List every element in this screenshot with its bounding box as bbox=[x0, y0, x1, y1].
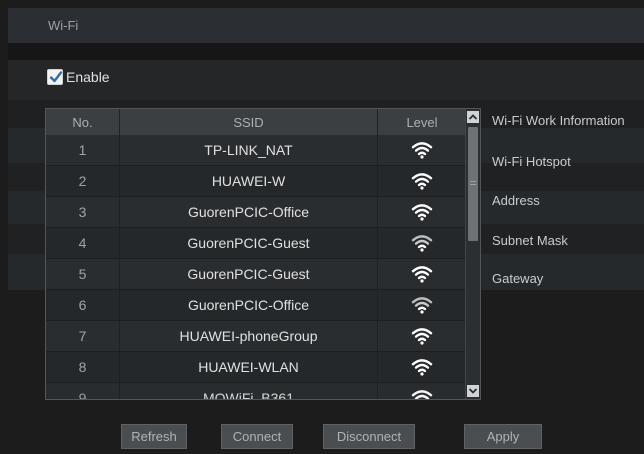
connect-button[interactable]: Connect bbox=[221, 424, 293, 449]
scrollbar-thumb[interactable] bbox=[468, 127, 478, 241]
signal-level bbox=[378, 383, 466, 399]
signal-level bbox=[378, 166, 466, 196]
table-header: No. SSID Level bbox=[46, 109, 466, 135]
table-row[interactable]: 6 GuorenPCIC-Office bbox=[46, 290, 466, 321]
wifi-icon bbox=[411, 389, 433, 399]
wifi-icon bbox=[411, 172, 433, 190]
table-row[interactable]: 3 GuorenPCIC-Office bbox=[46, 197, 466, 228]
checkbox-box[interactable] bbox=[47, 69, 63, 85]
wifi-icon bbox=[411, 203, 433, 221]
address-label: Address bbox=[492, 193, 540, 208]
wifi-icon bbox=[411, 358, 433, 376]
signal-level bbox=[378, 352, 466, 382]
table-row[interactable]: 5 GuorenPCIC-Guest bbox=[46, 259, 466, 290]
wifi-icon bbox=[411, 265, 433, 283]
table-row[interactable]: 4 GuorenPCIC-Guest bbox=[46, 228, 466, 259]
apply-button[interactable]: Apply bbox=[464, 424, 542, 449]
scrollbar-grip bbox=[470, 181, 476, 182]
window-title: Wi-Fi bbox=[48, 18, 79, 33]
window-title-bar: Wi-Fi bbox=[8, 8, 644, 43]
wifi-network-table: No. SSID Level 1 TP-LINK_NAT 2 HUAWEI-W 3 Guo… bbox=[45, 108, 481, 400]
row-number: 9 bbox=[46, 383, 120, 399]
row-number: 5 bbox=[46, 259, 120, 289]
column-header-no[interactable]: No. bbox=[46, 109, 120, 135]
scroll-down-button[interactable] bbox=[467, 385, 479, 397]
row-number: 1 bbox=[46, 135, 120, 165]
row-number: 6 bbox=[46, 290, 120, 320]
wifi-icon bbox=[411, 234, 433, 252]
signal-level bbox=[378, 321, 466, 351]
row-ssid: TP-LINK_NAT bbox=[120, 135, 378, 165]
column-header-level[interactable]: Level bbox=[378, 109, 466, 135]
background-band bbox=[8, 43, 644, 60]
enable-checkbox[interactable]: Enable bbox=[47, 69, 110, 85]
table-body: 1 TP-LINK_NAT 2 HUAWEI-W 3 GuorenPCIC-Office 4… bbox=[46, 135, 466, 399]
enable-label: Enable bbox=[66, 69, 110, 85]
row-ssid: GuorenPCIC-Guest bbox=[120, 259, 378, 289]
table-scrollbar[interactable] bbox=[465, 109, 480, 399]
row-ssid: GuorenPCIC-Guest bbox=[120, 228, 378, 258]
table-row[interactable]: 7 HUAWEI-phoneGroup bbox=[46, 321, 466, 352]
table-row[interactable]: 9 MOWiFi_B361 bbox=[46, 383, 466, 399]
table-row[interactable]: 8 HUAWEI-WLAN bbox=[46, 352, 466, 383]
wifi-icon bbox=[411, 327, 433, 345]
row-ssid: HUAWEI-phoneGroup bbox=[120, 321, 378, 351]
row-ssid: GuorenPCIC-Office bbox=[120, 197, 378, 227]
row-number: 2 bbox=[46, 166, 120, 196]
table-row[interactable]: 2 HUAWEI-W bbox=[46, 166, 466, 197]
row-number: 7 bbox=[46, 321, 120, 351]
wifi-icon bbox=[411, 141, 433, 159]
scrollbar-grip bbox=[470, 184, 476, 185]
signal-level bbox=[378, 135, 466, 165]
row-ssid: MOWiFi_B361 bbox=[120, 383, 378, 399]
signal-level bbox=[378, 259, 466, 289]
row-number: 8 bbox=[46, 352, 120, 382]
gateway-label: Gateway bbox=[492, 271, 544, 286]
row-ssid: HUAWEI-W bbox=[120, 166, 378, 196]
row-number: 4 bbox=[46, 228, 120, 258]
row-ssid: GuorenPCIC-Office bbox=[120, 290, 378, 320]
chevron-down-icon bbox=[468, 388, 478, 394]
signal-level bbox=[378, 228, 466, 258]
wifi-icon bbox=[411, 296, 433, 314]
scroll-up-button[interactable] bbox=[467, 111, 479, 123]
row-number: 3 bbox=[46, 197, 120, 227]
column-header-ssid[interactable]: SSID bbox=[120, 109, 378, 135]
wifi-hotspot-label: Wi-Fi Hotspot bbox=[492, 154, 571, 169]
signal-level bbox=[378, 290, 466, 320]
signal-level bbox=[378, 197, 466, 227]
table-row[interactable]: 1 TP-LINK_NAT bbox=[46, 135, 466, 166]
wifi-work-information-label: Wi-Fi Work Information bbox=[492, 113, 625, 128]
disconnect-button[interactable]: Disconnect bbox=[323, 424, 415, 449]
chevron-up-icon bbox=[468, 114, 478, 120]
row-ssid: HUAWEI-WLAN bbox=[120, 352, 378, 382]
check-icon bbox=[49, 71, 63, 83]
subnet-mask-label: Subnet Mask bbox=[492, 233, 568, 248]
refresh-button[interactable]: Refresh bbox=[121, 424, 187, 449]
